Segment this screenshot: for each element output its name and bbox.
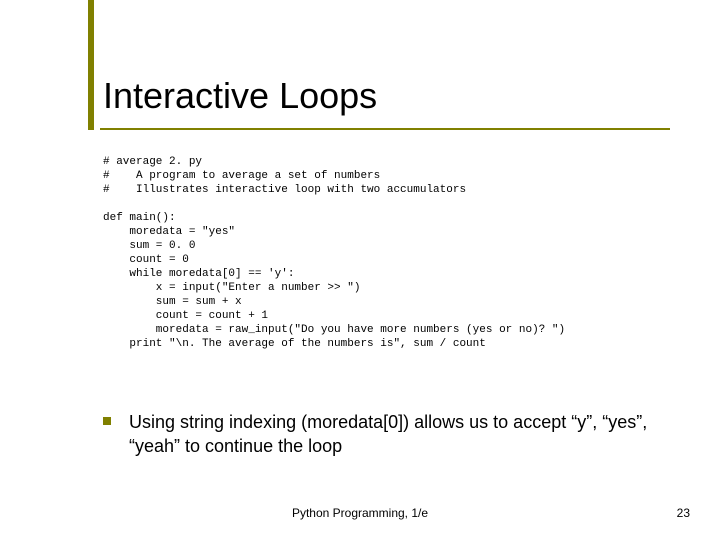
- slide-title: Interactive Loops: [103, 75, 377, 117]
- accent-bar: [88, 0, 94, 130]
- bullet-row: Using string indexing (moredata[0]) allo…: [103, 410, 689, 458]
- code-block: # average 2. py # A program to average a…: [103, 155, 565, 351]
- footer-page-number: 23: [677, 506, 690, 520]
- square-bullet-icon: [103, 417, 111, 425]
- title-underline: [100, 128, 670, 130]
- bullet-text: Using string indexing (moredata[0]) allo…: [129, 410, 689, 458]
- footer-center: Python Programming, 1/e: [0, 506, 720, 520]
